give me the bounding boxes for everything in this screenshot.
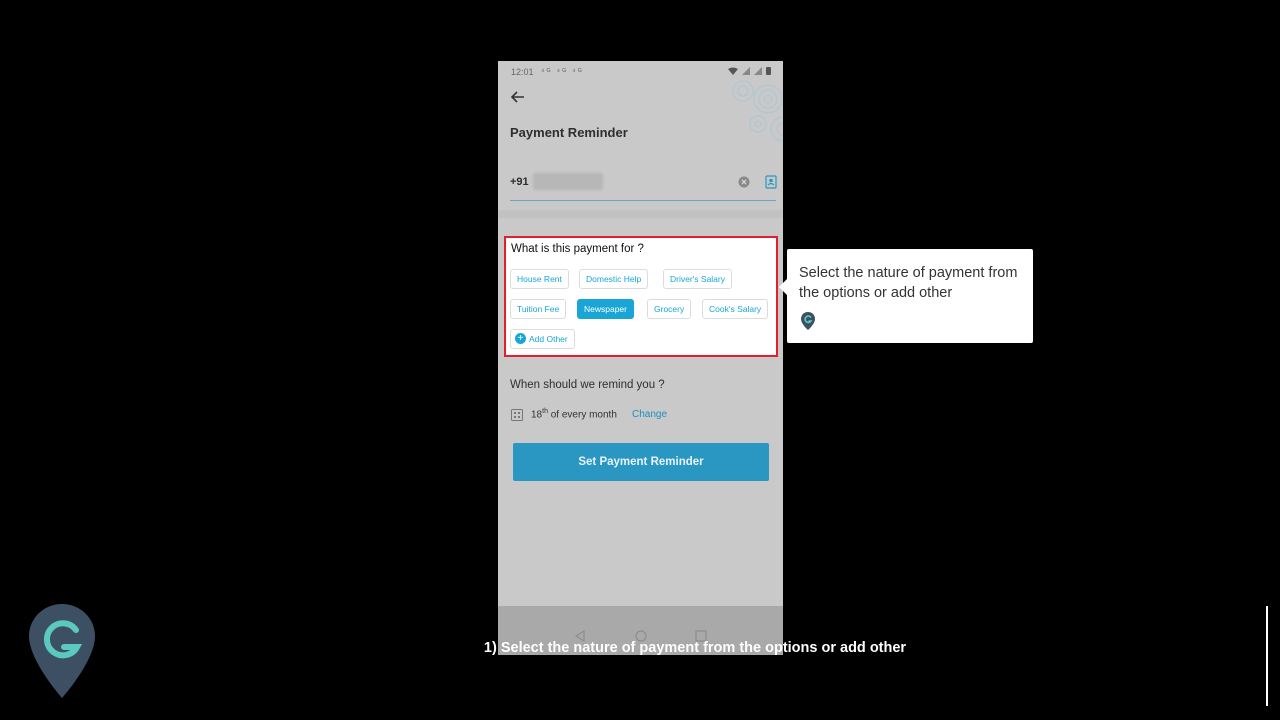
contact-book-icon[interactable] [764, 175, 778, 189]
remind-day-rest: of every month [547, 409, 617, 421]
status-sim-indicators: ⁴ᴳ ⁴ᴳ ⁴ᴳ [541, 67, 584, 76]
status-time: 12:01 [511, 67, 534, 77]
battery-icon [766, 67, 771, 75]
right-edge-line [1266, 606, 1268, 706]
tooltip-callout: Select the nature of payment from the op… [779, 249, 1033, 343]
chip-drivers-salary[interactable]: Driver's Salary [663, 269, 732, 289]
decorative-pattern-icon [732, 80, 783, 142]
tooltip-text: Select the nature of payment from the op… [799, 265, 1018, 301]
remind-question: When should we remind you ? [510, 379, 665, 391]
plus-circle-icon: + [515, 333, 526, 345]
caption-subtitle: 1) Select the nature of payment from the… [483, 640, 907, 656]
chip-tuition-fee[interactable]: Tuition Fee [510, 299, 567, 319]
add-other-button[interactable]: + Add Other [510, 329, 575, 349]
payment-purpose-question: What is this payment for ? [511, 243, 644, 255]
chip-domestic-help[interactable]: Domestic Help [579, 269, 649, 289]
phone-number-blurred [533, 173, 603, 190]
tooltip-arrow [779, 279, 787, 295]
back-arrow-icon[interactable] [510, 89, 526, 105]
calendar-icon [511, 409, 523, 421]
payment-purpose-section: What is this payment for ? House Rent Do… [504, 236, 778, 357]
change-day-link[interactable]: Change [632, 409, 667, 420]
wifi-icon [728, 67, 738, 75]
chip-cooks-salary[interactable]: Cook's Salary [702, 299, 769, 319]
clear-icon[interactable] [738, 176, 750, 188]
brand-logo-small-icon [801, 312, 815, 330]
remind-day-text: 18th of every month [531, 408, 617, 420]
page-title: Payment Reminder [510, 125, 628, 140]
signal-icon-2 [754, 66, 762, 75]
remind-day-number: 18 [531, 409, 543, 421]
status-icons [728, 66, 771, 75]
phone-screen: 12:01 ⁴ᴳ ⁴ᴳ ⁴ᴳ Payment Reminder +91 When… [498, 61, 783, 655]
section-divider [498, 210, 783, 218]
chip-newspaper[interactable]: Newspaper [577, 299, 634, 319]
chip-grocery[interactable]: Grocery [647, 299, 692, 319]
add-other-label: Add Other [529, 334, 568, 344]
brand-logo-icon [29, 604, 95, 698]
chip-house-rent[interactable]: House Rent [510, 269, 569, 289]
signal-icon [742, 66, 750, 75]
set-payment-reminder-button[interactable]: Set Payment Reminder [513, 443, 769, 481]
country-code: +91 [510, 176, 529, 188]
phone-number-field[interactable]: +91 [510, 170, 778, 201]
